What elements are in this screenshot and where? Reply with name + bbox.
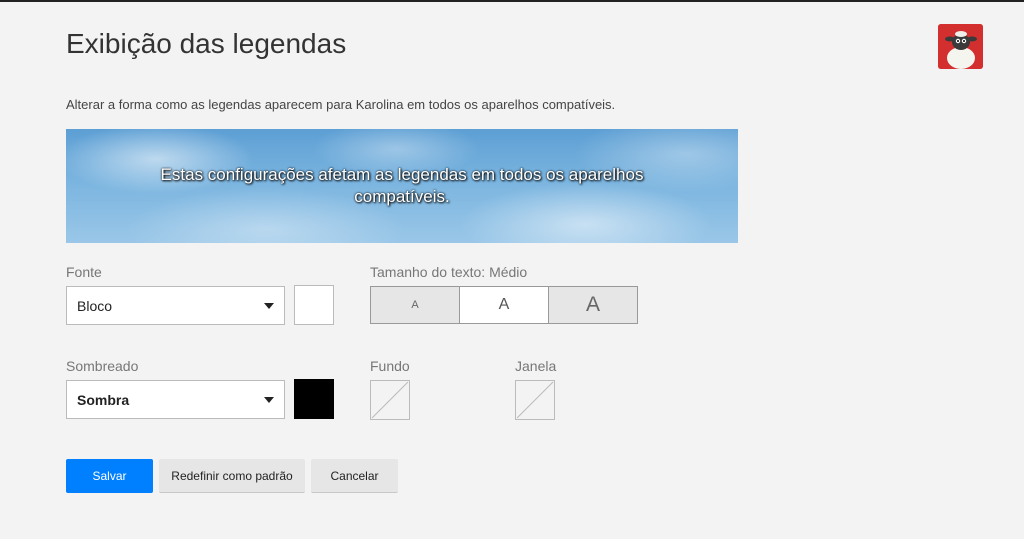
reset-default-button[interactable]: Redefinir como padrão	[159, 459, 305, 493]
text-size-selector: A A A	[370, 286, 638, 324]
font-select-value: Bloco	[77, 297, 113, 314]
shadow-label: Sombreado	[66, 358, 139, 374]
window-color-swatch[interactable]	[515, 380, 555, 420]
chevron-down-icon	[264, 396, 274, 403]
text-size-small-button[interactable]: A	[371, 287, 459, 323]
subtitle-preview: Estas configurações afetam as legendas e…	[66, 129, 738, 243]
no-color-icon	[516, 381, 554, 419]
cancel-button[interactable]: Cancelar	[311, 459, 398, 493]
profile-avatar[interactable]	[938, 24, 983, 69]
shadow-select[interactable]: Sombra	[66, 380, 285, 419]
save-button[interactable]: Salvar	[66, 459, 153, 493]
preview-subtitle-text: Estas configurações afetam as legendas e…	[160, 165, 644, 206]
font-color-swatch[interactable]	[294, 285, 334, 325]
background-color-swatch[interactable]	[370, 380, 410, 420]
chevron-down-icon	[264, 302, 274, 309]
no-color-icon	[371, 381, 409, 419]
sheep-avatar-icon	[938, 24, 983, 69]
background-label: Fundo	[370, 358, 410, 374]
font-select[interactable]: Bloco	[66, 286, 285, 325]
font-label: Fonte	[66, 264, 102, 280]
text-size-medium-button[interactable]: A	[459, 287, 548, 323]
window-label: Janela	[515, 358, 557, 374]
shadow-select-value: Sombra	[77, 391, 130, 408]
page-subtitle: Alterar a forma como as legendas aparece…	[66, 97, 616, 112]
shadow-color-swatch[interactable]	[294, 379, 334, 419]
page-title: Exibição das legendas	[66, 28, 347, 59]
text-size-label: Tamanho do texto: Médio	[370, 264, 528, 280]
text-size-large-button[interactable]: A	[548, 287, 637, 323]
